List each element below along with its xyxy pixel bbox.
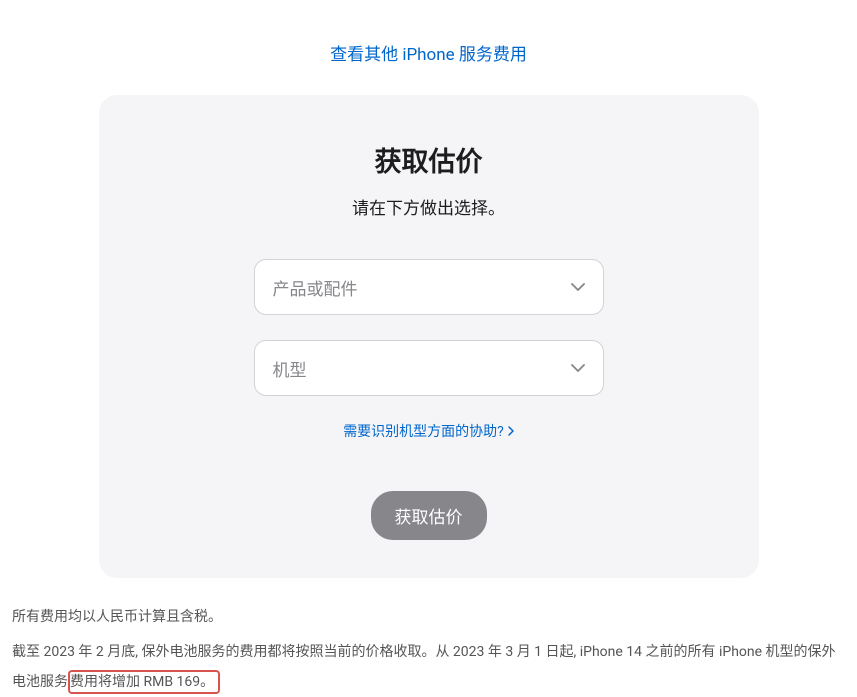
help-link-text: 需要识别机型方面的协助?: [343, 421, 504, 441]
card-title: 获取估价: [139, 140, 719, 179]
chevron-right-icon: [508, 426, 514, 436]
model-select[interactable]: 机型: [254, 340, 604, 396]
product-select-wrapper: 产品或配件: [254, 259, 604, 315]
submit-row: 获取估价: [139, 491, 719, 540]
chevron-down-icon: [571, 364, 585, 372]
product-select[interactable]: 产品或配件: [254, 259, 604, 315]
model-select-placeholder: 机型: [273, 356, 307, 381]
footer-tax-note: 所有费用均以人民币计算且含税。: [12, 603, 845, 632]
header-link-container: 查看其他 iPhone 服务费用: [0, 0, 857, 95]
get-estimate-button[interactable]: 获取估价: [371, 491, 487, 540]
chevron-down-icon: [571, 283, 585, 291]
identify-model-help-link[interactable]: 需要识别机型方面的协助?: [343, 421, 514, 441]
price-increase-highlight: 费用将增加 RMB 169。: [68, 670, 220, 694]
estimate-card: 获取估价 请在下方做出选择。 产品或配件 机型 需要识别机型方面的协助? 获取估…: [99, 95, 759, 578]
other-services-link[interactable]: 查看其他 iPhone 服务费用: [330, 45, 527, 65]
footer-price-note: 截至 2023 年 2 月底, 保外电池服务的费用都将按照当前的价格收取。从 2…: [12, 638, 845, 697]
product-select-placeholder: 产品或配件: [273, 275, 358, 300]
model-select-wrapper: 机型: [254, 340, 604, 396]
card-subtitle: 请在下方做出选择。: [139, 194, 719, 219]
footer-text: 所有费用均以人民币计算且含税。 截至 2023 年 2 月底, 保外电池服务的费…: [0, 578, 857, 697]
